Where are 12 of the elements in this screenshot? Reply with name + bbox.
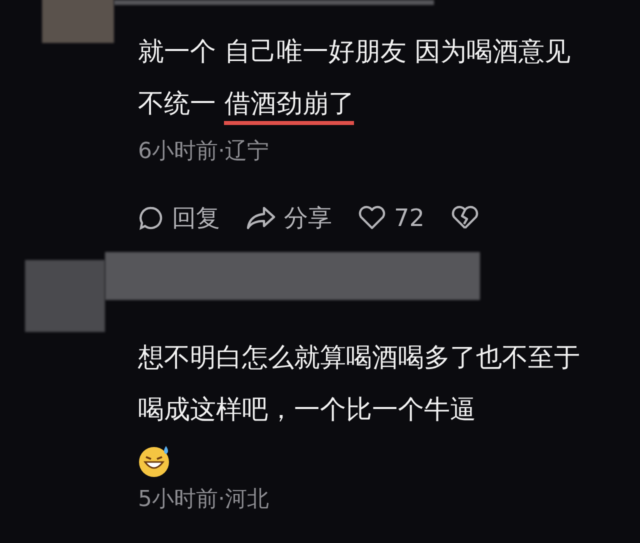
- comment-meta: 5小时前·河北: [138, 486, 270, 514]
- comment-text: 想不明白怎么就算喝酒喝多了也不至于喝成这样吧，一个比一个牛逼: [138, 342, 581, 427]
- comment-meta: 6小时前·辽宁: [138, 138, 270, 166]
- heart-icon: [358, 205, 386, 231]
- broken-heart-icon[interactable]: [450, 205, 479, 231]
- reply-button[interactable]: 回复: [138, 202, 220, 234]
- share-arrow-icon: [246, 205, 276, 231]
- comment-text: 就一个 自己唯一好朋友 因为喝酒意见不统一 借酒劲崩了: [138, 26, 590, 130]
- like-button[interactable]: 72: [358, 204, 425, 232]
- speech-bubble-icon: [138, 205, 164, 231]
- redacted-avatar: [42, 0, 114, 43]
- share-button[interactable]: 分享: [246, 202, 332, 234]
